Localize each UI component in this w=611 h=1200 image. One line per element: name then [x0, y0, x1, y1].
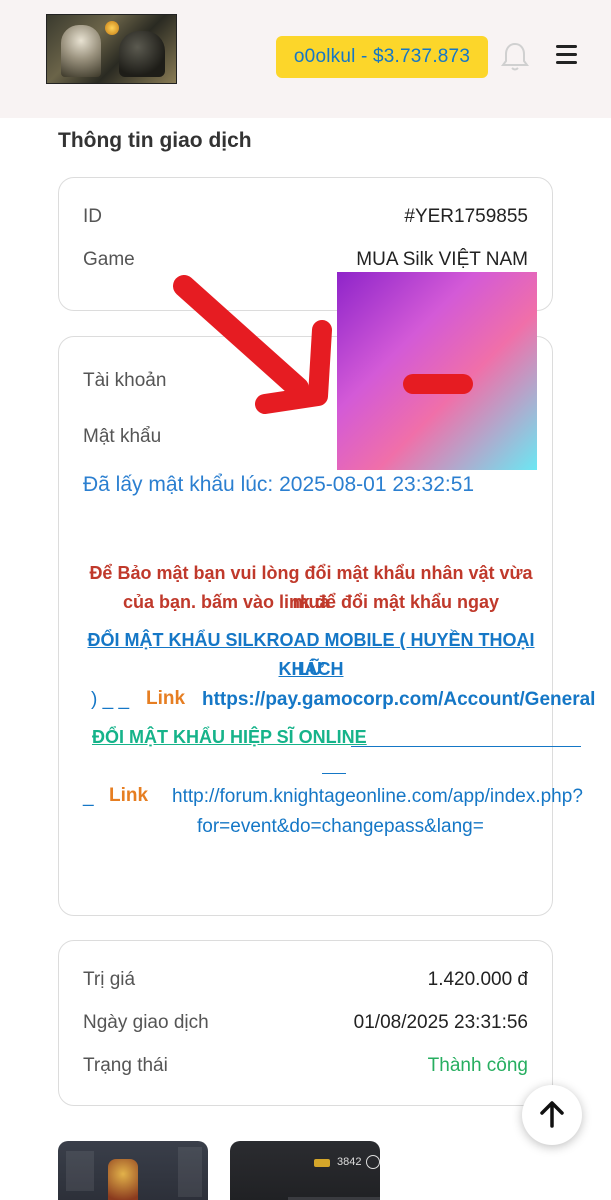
gold-icon: [314, 1159, 330, 1167]
scroll-to-top-button[interactable]: [522, 1085, 582, 1145]
logo-rider-figure-2: [119, 31, 165, 77]
status-value: Thành công: [427, 1055, 528, 1076]
site-logo[interactable]: [46, 14, 177, 84]
thumbnail-side-panel-2: [178, 1147, 202, 1197]
character-figure: [108, 1159, 138, 1200]
knightage-link-url[interactable]: http://forum.knightageonline.com/app/ind…: [172, 782, 583, 812]
value-amount: 1.420.000 đ: [427, 969, 528, 990]
logo-rider-figure: [61, 25, 101, 77]
password-label: Mật khẩu: [83, 426, 162, 447]
arrow-up-icon: [540, 1101, 564, 1128]
knightage-link-url-line-2[interactable]: for=event&do=changepass&lang=: [197, 812, 484, 842]
knightage-link-prefix: _: [83, 786, 94, 807]
id-value: #YER1759855: [404, 206, 528, 227]
section-title: Thông tin giao dịch: [58, 129, 252, 152]
password-fetched-timestamp: Đã lấy mật khẩu lúc: 2025-08-01 23:32:51: [83, 473, 475, 496]
redaction-mark: [403, 374, 473, 394]
transaction-date-value: 01/08/2025 23:31:56: [353, 1012, 528, 1033]
account-label: Tài khoản: [83, 370, 167, 391]
hamburger-menu-icon[interactable]: [553, 42, 581, 70]
thumbnail-side-panel: [66, 1151, 94, 1191]
value-label: Trị giá: [83, 969, 136, 990]
game-label: Game: [83, 249, 135, 270]
security-notice-line-2: của bạn. bấm vào link để đổi mật khẩu ng…: [122, 592, 500, 612]
header-bar: o0olkul - $3.737.873: [0, 0, 611, 118]
gold-count: 3842: [337, 1156, 362, 1168]
bell-icon[interactable]: [500, 40, 530, 74]
logo-emblem: [105, 21, 119, 35]
transaction-date-label: Ngày giao dịch: [83, 1012, 209, 1033]
silkroad-link-url[interactable]: https://pay.gamocorp.com/Account/General: [202, 685, 595, 715]
knightage-link-heading[interactable]: ĐỔI MẬT KHẨU HIỆP SĨ ONLINE: [92, 723, 580, 752]
knightage-heading-underline-2: [322, 773, 346, 774]
silkroad-link-label: Link: [146, 688, 186, 709]
add-icon: [366, 1155, 380, 1169]
account-balance-button[interactable]: o0olkul - $3.737.873: [276, 36, 488, 78]
id-label: ID: [83, 206, 102, 227]
knightage-link-label: Link: [109, 785, 149, 806]
thumbnail-2[interactable]: 3842: [230, 1141, 380, 1200]
silkroad-link-prefix: ) _ _: [91, 689, 130, 710]
transaction-summary-card: Trị giá 1.420.000 đ Ngày giao dịch 01/08…: [58, 940, 553, 1106]
thumbnail-1[interactable]: [58, 1141, 208, 1200]
status-label: Trạng thái: [83, 1055, 168, 1076]
red-arrow-annotation: [173, 275, 332, 414]
knightage-heading-underline: [351, 746, 581, 747]
highlight-frame: [337, 272, 537, 470]
game-value: MUA Silk VIỆT NAM: [356, 249, 528, 270]
silkroad-link-heading-line-2[interactable]: KHÁCH: [83, 655, 539, 684]
